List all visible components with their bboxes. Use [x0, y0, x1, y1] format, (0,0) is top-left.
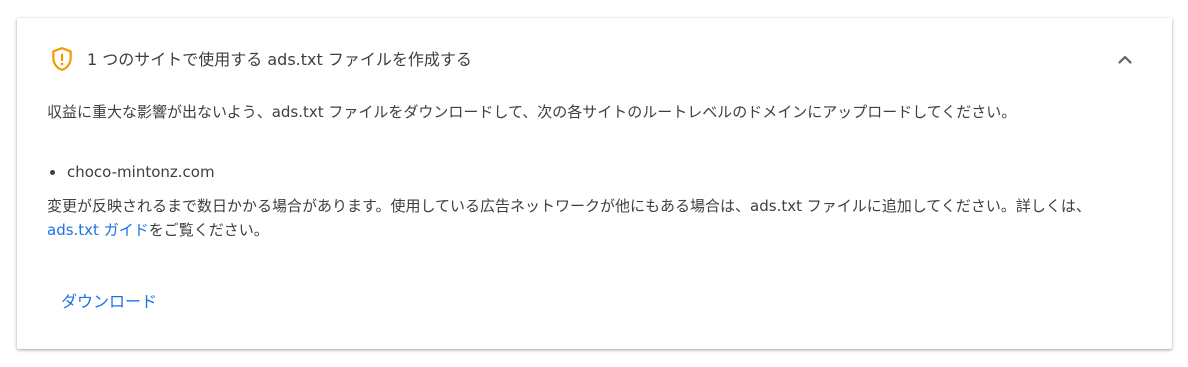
- chevron-up-icon[interactable]: [1113, 48, 1137, 72]
- download-button[interactable]: ダウンロード: [47, 284, 171, 320]
- site-list-item: choco-mintonz.com: [47, 160, 1142, 184]
- card-body: 収益に重大な影響が出ないよう、ads.txt ファイルをダウンロードして、次の各…: [47, 100, 1142, 242]
- shield-warning-icon: [52, 47, 72, 71]
- card-header[interactable]: 1 つのサイトで使用する ads.txt ファイルを作成する: [17, 18, 1172, 100]
- note-text-after-link: をご覧ください。: [148, 221, 269, 239]
- card-title: 1 つのサイトで使用する ads.txt ファイルを作成する: [87, 50, 472, 69]
- ads-txt-guide-link[interactable]: ads.txt ガイド: [47, 221, 149, 239]
- description-text: 収益に重大な影響が出ないよう、ads.txt ファイルをダウンロードして、次の各…: [47, 103, 1017, 121]
- note-text: 変更が反映されるまで数日かかる場合があります。使用している広告ネットワークが他に…: [47, 194, 1142, 242]
- ads-txt-card: 1 つのサイトで使用する ads.txt ファイルを作成する 収益に重大な影響が…: [17, 18, 1172, 349]
- note-text-before-link: 変更が反映されるまで数日かかる場合があります。使用している広告ネットワークが他に…: [47, 197, 1091, 215]
- site-list: choco-mintonz.com: [47, 160, 1142, 184]
